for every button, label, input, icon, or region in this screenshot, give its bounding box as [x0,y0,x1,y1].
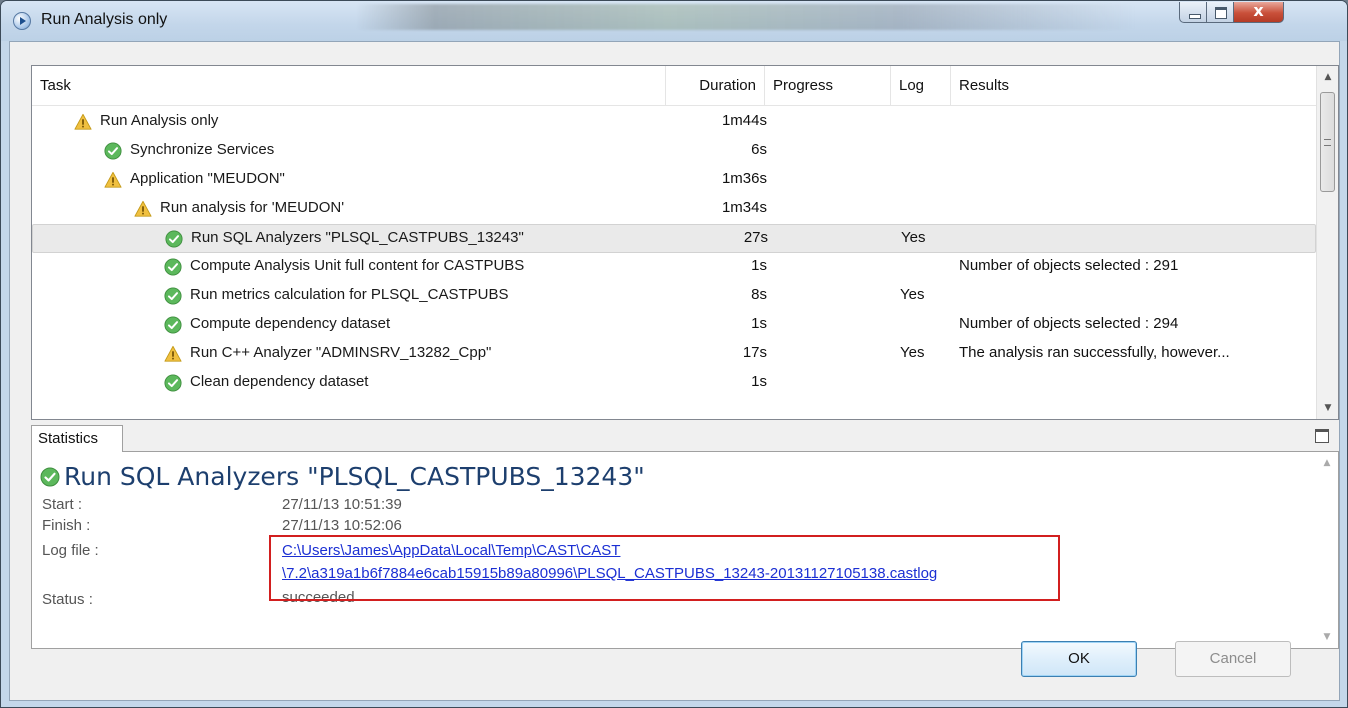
maximize-button[interactable] [1207,2,1234,23]
task-duration: 1s [751,315,767,332]
task-duration: 1s [751,257,767,274]
statistics-scrollbar[interactable]: ▲ ▼ [1316,452,1338,648]
check-circle-icon [104,142,122,160]
start-value: 27/11/13 10:51:39 [282,496,402,513]
task-name: Run Analysis only [100,112,219,129]
tab-statistics[interactable]: Statistics [31,425,123,452]
table-row[interactable]: Synchronize Services 6s [32,137,1316,166]
task-name: Run metrics calculation for PLSQL_CASTPU… [190,286,509,303]
statistics-title-text: Run SQL Analyzers "PLSQL_CASTPUBS_13243" [64,462,645,491]
finish-value: 27/11/13 10:52:06 [282,517,402,534]
column-header-log[interactable]: Log [891,66,951,106]
warning-triangle-icon [104,171,122,188]
table-body: Run Analysis only 1m44s Synchronize Servic… [32,106,1316,420]
table-row[interactable]: Application "MEUDON" 1m36s [32,166,1316,195]
task-duration: 1m34s [721,199,767,216]
column-header-duration[interactable]: Duration [666,66,765,106]
close-button[interactable]: x [1234,1,1284,23]
check-circle-icon [164,316,182,334]
table-row[interactable]: Run SQL Analyzers "PLSQL_CASTPUBS_13243"… [32,224,1316,253]
task-duration: 1m36s [721,170,767,187]
task-name: Compute dependency dataset [190,315,391,332]
status-label: Status : [42,591,93,608]
statistics-title: Run SQL Analyzers "PLSQL_CASTPUBS_13243" [40,462,645,491]
scroll-down-icon[interactable]: ▼ [1316,626,1338,648]
check-circle-icon [40,467,60,487]
task-name: Synchronize Services [130,141,275,158]
task-duration: 1s [751,373,767,390]
check-circle-icon [164,258,182,276]
scroll-thumb[interactable] [1320,92,1335,192]
scroll-up-icon[interactable]: ▲ [1316,452,1338,474]
warning-triangle-icon [134,200,152,217]
minimize-button[interactable] [1179,2,1207,23]
start-label: Start : [42,496,83,513]
background-taskbar-glare [356,4,1136,30]
task-results: Number of objects selected : 291 [959,257,1179,274]
table-row[interactable]: Run metrics calculation for PLSQL_CASTPU… [32,282,1316,311]
task-name: Run SQL Analyzers "PLSQL_CASTPUBS_13243" [191,229,524,246]
task-log: Yes [900,286,925,303]
column-header-results[interactable]: Results [951,66,1316,106]
ok-button[interactable]: OK [1021,641,1137,677]
table-row[interactable]: Run Analysis only 1m44s [32,108,1316,137]
warning-triangle-icon [164,345,182,362]
table-row[interactable]: Compute Analysis Unit full content for C… [32,253,1316,282]
column-header-task[interactable]: Task [32,66,666,106]
dialog-client-area: Task Duration Progress Log Results Run A… [9,41,1340,701]
scroll-up-icon[interactable]: ▲ [1317,66,1339,88]
check-circle-icon [165,230,183,248]
title-bar[interactable]: Run Analysis only x [1,1,1347,41]
task-table-scrollbar[interactable]: ▲ ▼ [1316,66,1338,419]
statistics-panel: Statistics Run SQL Analyzers "PLSQL_CAST… [31,425,1339,649]
task-results: Number of objects selected : 294 [959,315,1179,332]
warning-triangle-icon [74,113,92,130]
task-results: The analysis ran successfully, however..… [959,344,1230,361]
table-row[interactable]: Clean dependency dataset 1s [32,369,1316,398]
logfile-label: Log file : [42,542,99,559]
check-circle-icon [164,287,182,305]
task-log: Yes [900,344,925,361]
table-row[interactable]: Compute dependency dataset 1s Number of ob… [32,311,1316,340]
task-table: Task Duration Progress Log Results Run A… [31,65,1339,420]
task-name: Application "MEUDON" [130,170,285,187]
task-duration: 8s [751,286,767,303]
window-title: Run Analysis only [41,11,168,28]
task-duration: 17s [742,344,767,361]
task-log: Yes [901,229,926,246]
scroll-down-icon[interactable]: ▼ [1317,397,1339,419]
task-duration: 27s [743,229,768,246]
table-row[interactable]: Run analysis for 'MEUDON' 1m34s [32,195,1316,224]
task-duration: 1m44s [721,112,767,129]
finish-label: Finish : [42,517,91,534]
check-circle-icon [164,374,182,392]
task-duration: 6s [751,141,767,158]
column-header-progress[interactable]: Progress [765,66,891,106]
table-row[interactable]: Run C++ Analyzer "ADMINSRV_13282_Cpp" 17s… [32,340,1316,369]
cancel-button[interactable]: Cancel [1175,641,1291,677]
dialog-window: Run Analysis only x Task Duration Progre… [0,0,1348,708]
logfile-highlight-box [269,535,1060,601]
app-icon [13,12,31,30]
table-header: Task Duration Progress Log Results [32,66,1316,106]
close-icon: x [1253,1,1264,20]
task-name: Compute Analysis Unit full content for C… [190,257,525,274]
task-name: Clean dependency dataset [190,373,369,390]
task-name: Run C++ Analyzer "ADMINSRV_13282_Cpp" [190,344,492,361]
panel-maximize-icon[interactable] [1315,429,1329,443]
task-name: Run analysis for 'MEUDON' [160,199,345,216]
statistics-body: Run SQL Analyzers "PLSQL_CASTPUBS_13243"… [31,451,1339,649]
